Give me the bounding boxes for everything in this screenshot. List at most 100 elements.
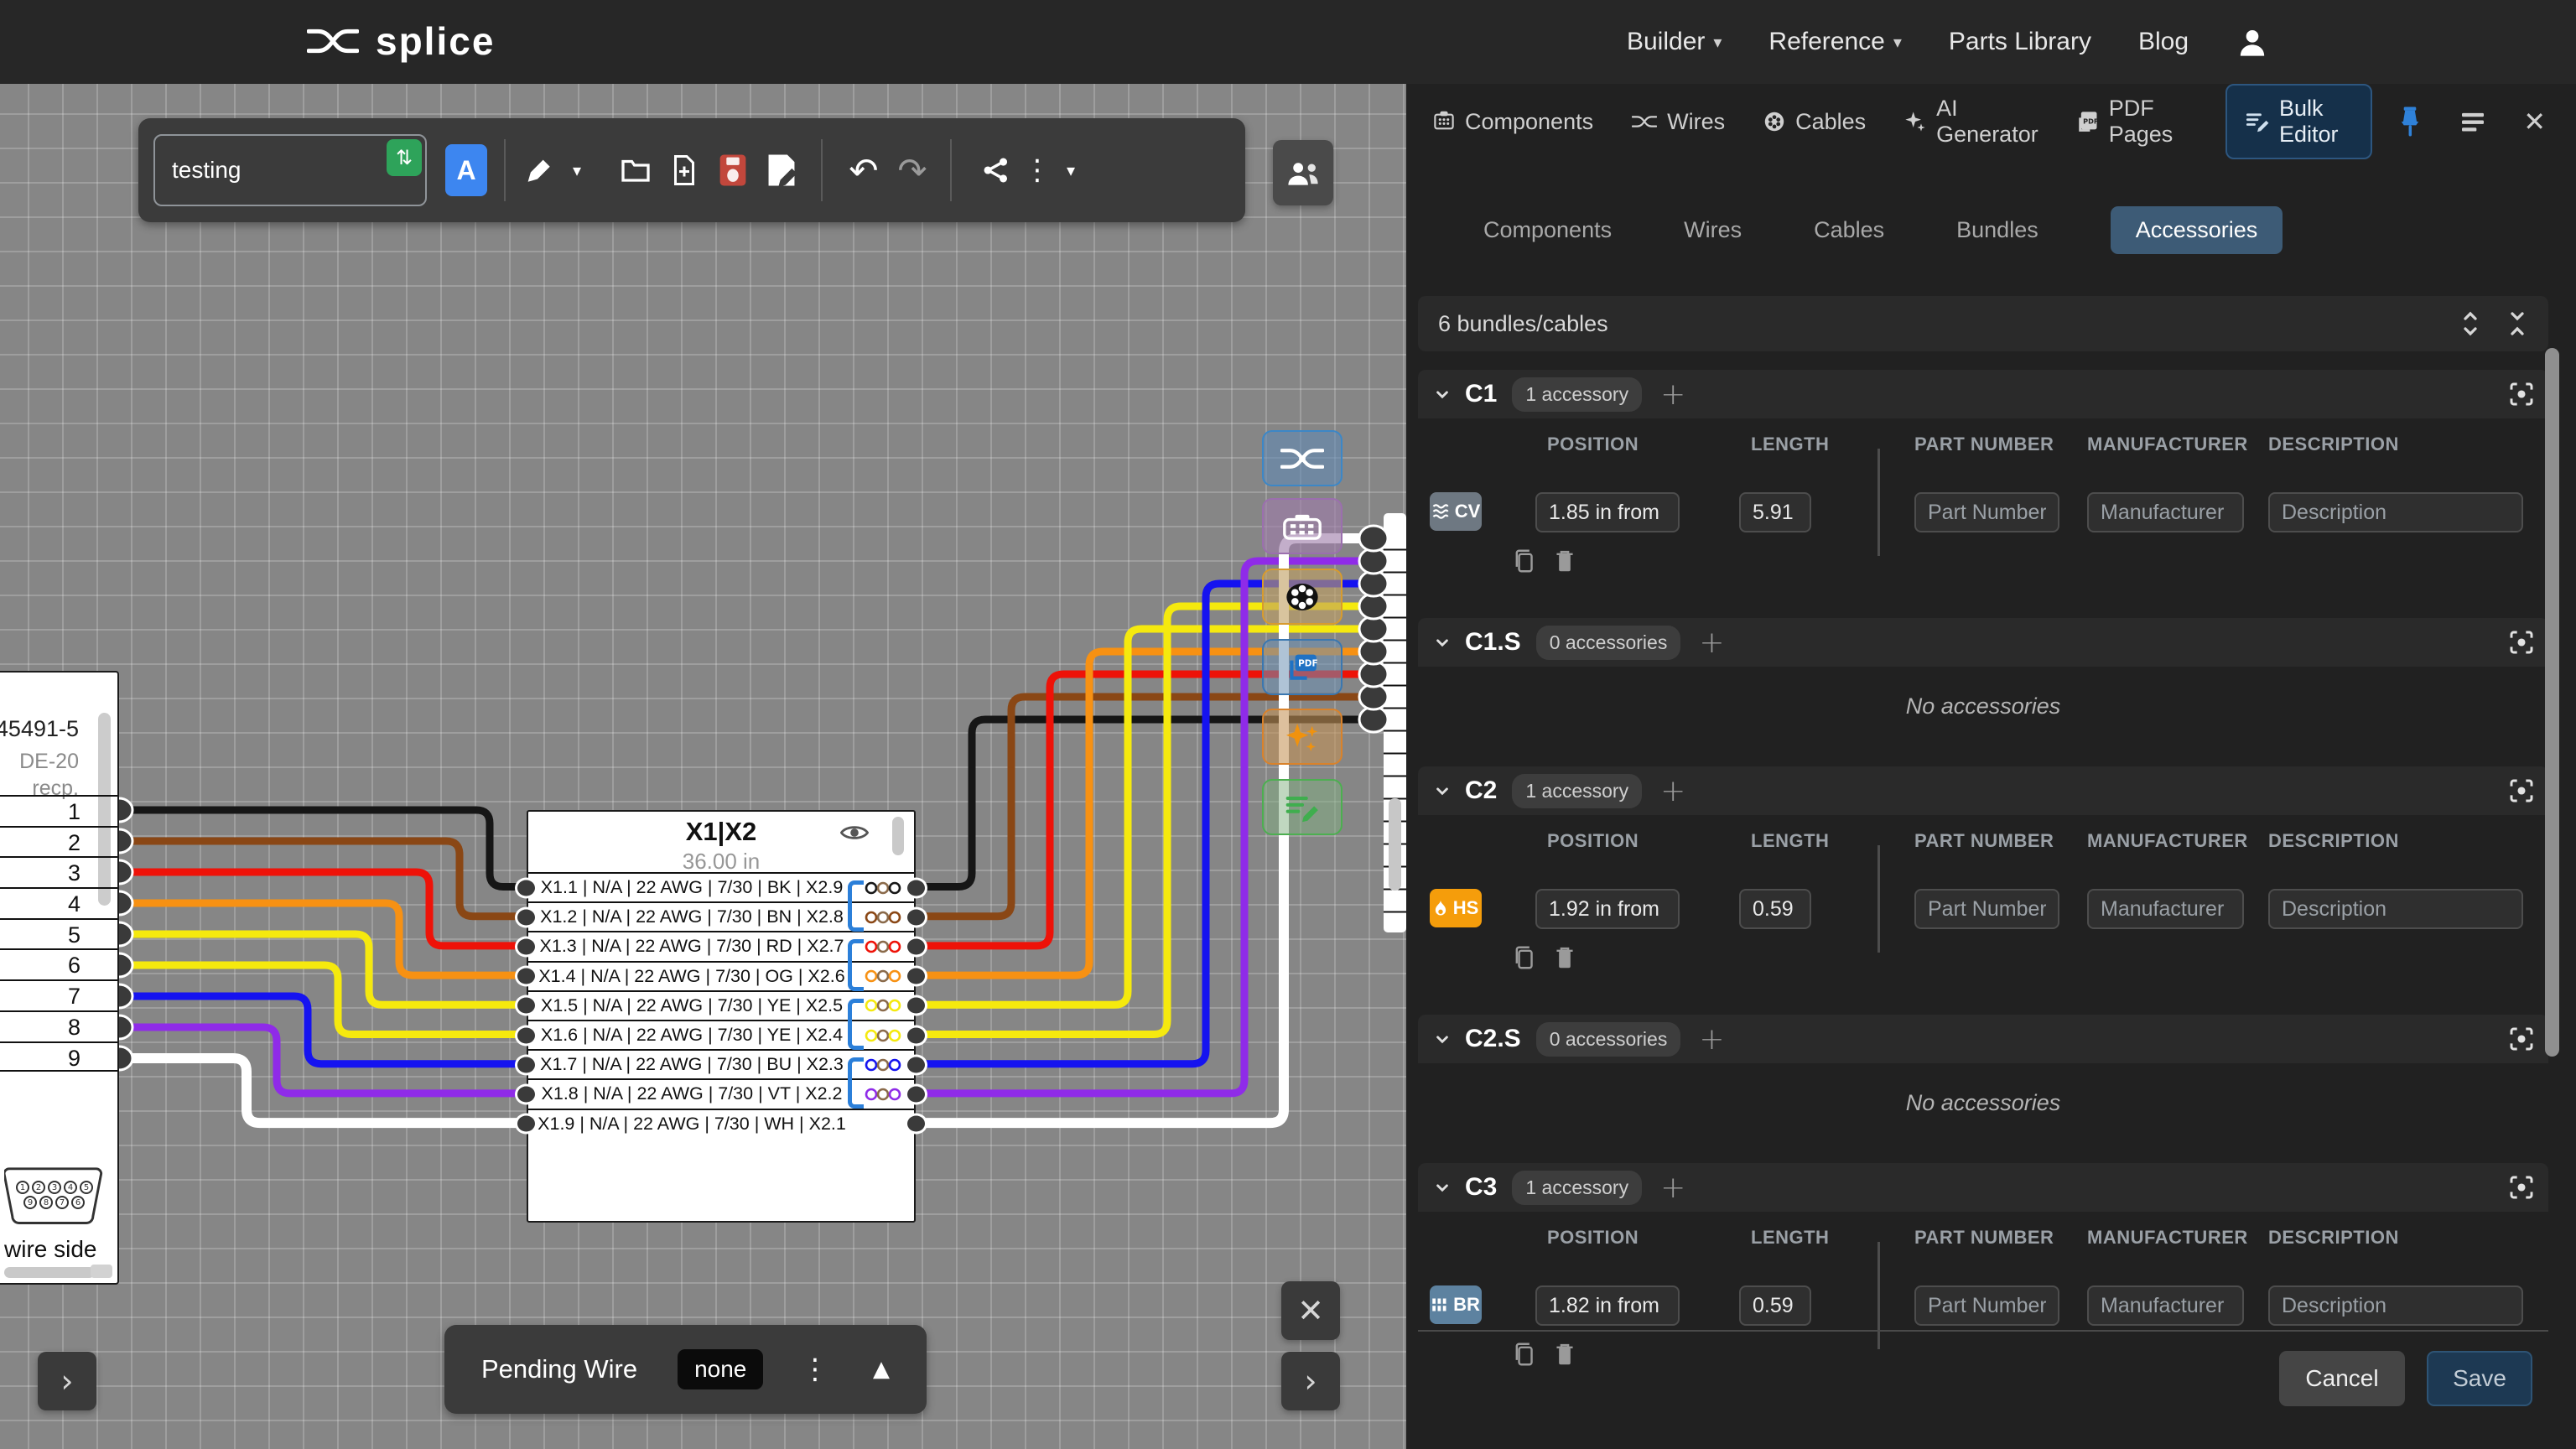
wire-pin-left[interactable]: [515, 1114, 538, 1135]
open-project-button[interactable]: [611, 141, 660, 200]
delete-accessory-icon[interactable]: [1554, 1341, 1576, 1368]
tool-stack-bulk-editor-button[interactable]: [1262, 779, 1343, 835]
close-panel-button[interactable]: ✕: [1281, 1281, 1340, 1340]
expand-all-icon[interactable]: [2459, 311, 2481, 336]
accessory-type-badge[interactable]: BR: [1430, 1285, 1482, 1324]
panel-list-icon[interactable]: [2459, 111, 2486, 132]
wire-pin-right[interactable]: [905, 1114, 927, 1135]
draw-tool-caret[interactable]: ▾: [563, 141, 591, 200]
delete-accessory-icon[interactable]: [1554, 944, 1576, 971]
panel-tab-pdf-pages[interactable]: PDFPDF Pages: [2077, 96, 2187, 148]
pending-wire-menu-icon[interactable]: ⋮: [801, 1353, 829, 1386]
part-number-input[interactable]: [1914, 889, 2059, 929]
chevron-down-icon[interactable]: [1431, 383, 1453, 405]
tool-stack-ai-generator-button[interactable]: [1262, 709, 1343, 765]
subtab-wires[interactable]: Wires: [1684, 217, 1742, 243]
right-connector-scrollbar[interactable]: [1389, 798, 1401, 891]
subtab-cables[interactable]: Cables: [1814, 217, 1884, 243]
panel-tab-components[interactable]: Components: [1433, 109, 1593, 135]
length-input[interactable]: [1739, 889, 1811, 929]
draw-tool-button[interactable]: [514, 141, 563, 200]
chevron-down-icon[interactable]: [1431, 631, 1453, 653]
connector-pin-row[interactable]: 7: [0, 979, 117, 1010]
redo-button[interactable]: ↷: [888, 141, 937, 200]
position-input[interactable]: [1535, 1285, 1680, 1326]
share-button[interactable]: [972, 141, 1021, 200]
tool-stack-components-button[interactable]: [1262, 498, 1343, 554]
cancel-button[interactable]: Cancel: [2279, 1351, 2405, 1406]
wire-pin-right[interactable]: [905, 1083, 927, 1104]
save-button[interactable]: [709, 141, 757, 200]
subtab-components[interactable]: Components: [1483, 217, 1612, 243]
wire-pin-left[interactable]: [515, 1083, 538, 1104]
section-header[interactable]: C21 accessory+: [1418, 766, 2548, 815]
undo-button[interactable]: ↶: [839, 141, 888, 200]
section-header[interactable]: C1.S0 accessories+: [1418, 618, 2548, 667]
connector-pin-row[interactable]: 3: [0, 856, 117, 887]
connector-pin-row[interactable]: 5: [0, 918, 117, 949]
duplicate-accessory-icon[interactable]: [1512, 1341, 1535, 1368]
subtab-accessories[interactable]: Accessories: [2111, 206, 2283, 254]
position-input[interactable]: [1535, 889, 1680, 929]
panel-tab-ai-generator[interactable]: AI Generator: [1904, 96, 2038, 148]
close-panel-icon[interactable]: ✕: [2523, 106, 2546, 138]
save-as-button[interactable]: [757, 141, 806, 200]
tool-stack-pdf-pages-button[interactable]: PDF: [1262, 639, 1343, 695]
chevron-down-icon[interactable]: [1431, 1028, 1453, 1050]
chevron-down-icon[interactable]: [1431, 1176, 1453, 1198]
wire-table-card[interactable]: X1|X2 36.00 in X1.1 | N/A | 22 AWG | 7/3…: [527, 810, 916, 1223]
connector-pin-row[interactable]: 2: [0, 826, 117, 857]
focus-section-icon[interactable]: [2508, 629, 2535, 656]
panel-tab-bulk-editor[interactable]: Bulk Editor: [2225, 84, 2372, 159]
connector-card-left[interactable]: 745491-5 DE-20 recp. 123456789 123459876…: [0, 671, 119, 1285]
collaborators-button[interactable]: [1273, 140, 1333, 205]
brand-logo[interactable]: splice: [307, 18, 495, 64]
nav-item-builder[interactable]: Builder▾: [1627, 28, 1722, 56]
wire-pin-left[interactable]: [515, 906, 538, 927]
manufacturer-input[interactable]: [2087, 1285, 2244, 1326]
wire-pin-left[interactable]: [515, 1025, 538, 1046]
focus-section-icon[interactable]: [2508, 381, 2535, 408]
wire-pin-right[interactable]: [905, 1025, 927, 1046]
position-input[interactable]: [1535, 492, 1680, 532]
subtab-bundles[interactable]: Bundles: [1956, 217, 2038, 243]
focus-section-icon[interactable]: [2508, 1174, 2535, 1201]
focus-section-icon[interactable]: [2508, 1026, 2535, 1052]
add-accessory-button[interactable]: +: [1699, 1022, 1724, 1057]
duplicate-accessory-icon[interactable]: [1512, 944, 1535, 971]
wire-pin-left[interactable]: [515, 1054, 538, 1075]
manufacturer-input[interactable]: [2087, 889, 2244, 929]
sync-badge-icon[interactable]: ⇅: [387, 139, 422, 176]
wire-pin-right[interactable]: [905, 966, 927, 987]
collapse-all-icon[interactable]: [2506, 311, 2528, 336]
add-accessory-button[interactable]: +: [1699, 626, 1724, 660]
length-input[interactable]: [1739, 1285, 1811, 1326]
pending-wire-value[interactable]: none: [678, 1349, 763, 1389]
connector-pin[interactable]: [1359, 526, 1388, 551]
section-header[interactable]: C31 accessory+: [1418, 1163, 2548, 1212]
chevron-down-icon[interactable]: [1431, 780, 1453, 802]
wire-pin-left[interactable]: [515, 995, 538, 1016]
new-file-button[interactable]: [660, 141, 709, 200]
visibility-eye-icon[interactable]: [840, 822, 869, 844]
connector-pin-row[interactable]: 9: [0, 1041, 117, 1072]
wire-table-row[interactable]: X1.9 | N/A | 22 AWG | 7/30 | WH | X2.1: [528, 1109, 914, 1138]
text-annotation-button[interactable]: A: [445, 144, 487, 196]
panel-scrollbar[interactable]: [2545, 348, 2559, 1057]
user-icon[interactable]: [2236, 25, 2269, 59]
section-header[interactable]: C2.S0 accessories+: [1418, 1015, 2548, 1063]
part-number-input[interactable]: [1914, 1285, 2059, 1326]
description-input[interactable]: [2268, 889, 2523, 929]
wire-pin-left[interactable]: [515, 877, 538, 898]
wire-pin-right[interactable]: [905, 995, 927, 1016]
nav-item-parts-library[interactable]: Parts Library: [1949, 28, 2091, 56]
connector-pin-row[interactable]: 1: [0, 795, 117, 826]
manufacturer-input[interactable]: [2087, 492, 2244, 532]
focus-section-icon[interactable]: [2508, 777, 2535, 804]
wire-pin-right[interactable]: [905, 936, 927, 957]
connector-scrollbar-horizontal[interactable]: [4, 1267, 95, 1278]
description-input[interactable]: [2268, 492, 2523, 532]
section-header[interactable]: C11 accessory+: [1418, 370, 2548, 418]
connector-pin-row[interactable]: 6: [0, 948, 117, 979]
accessory-type-badge[interactable]: HS: [1430, 889, 1482, 927]
